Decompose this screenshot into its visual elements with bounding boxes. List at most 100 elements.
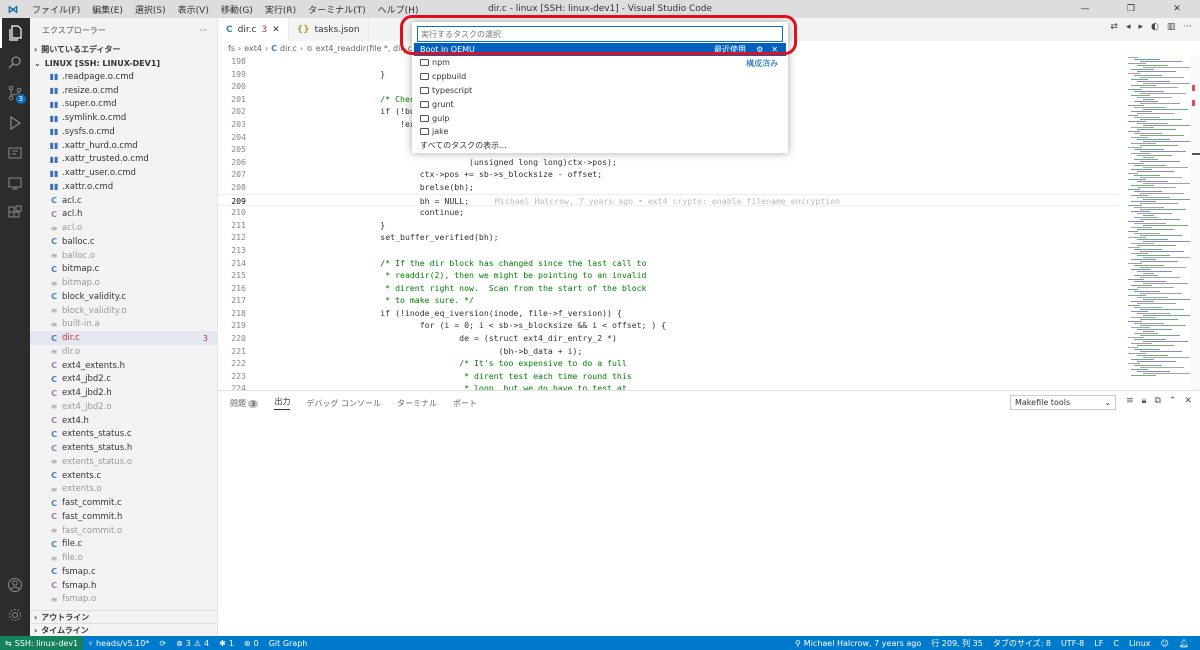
task-folder-jake[interactable]: jake	[420, 125, 448, 139]
git-blame-status[interactable]: ⚲ Michael Halcrow, 7 years ago	[790, 638, 926, 649]
cursor-position[interactable]: 行 209, 列 35	[926, 638, 988, 649]
file-item[interactable]: ▮▮ .xattr.o.cmd	[30, 180, 217, 194]
go-forward-icon[interactable]: ▸	[1139, 22, 1144, 32]
task-folder-grunt[interactable]: grunt	[420, 97, 454, 111]
menu-view[interactable]: 表示(V)	[172, 3, 215, 16]
menu-selection[interactable]: 選択(S)	[129, 3, 172, 16]
file-item[interactable]: ≡ extents.o	[30, 483, 217, 497]
lock-scroll-icon[interactable]: 🔒︎	[1142, 396, 1147, 406]
file-item[interactable]: Cextents_status.c	[30, 428, 217, 442]
code-line[interactable]: 217 * to make sure. */	[218, 294, 1118, 307]
file-item[interactable]: Cext4_jbd2.h	[30, 386, 217, 400]
file-item[interactable]: Cbitmap.c	[30, 263, 217, 277]
file-item[interactable]: ▮▮ .xattr_user.o.cmd	[30, 166, 217, 180]
tab-output[interactable]: 出力	[274, 396, 291, 410]
encoding[interactable]: UTF-8	[1056, 638, 1089, 649]
minimize-icon[interactable]: —	[1062, 0, 1108, 18]
file-item[interactable]: Cfsmap.c	[30, 565, 217, 579]
file-item[interactable]: ▮▮ .xattr_trusted.o.cmd	[30, 153, 217, 167]
code-line[interactable]: 224 * loop, but we do have to test at	[218, 382, 1118, 390]
file-item[interactable]: Cacl.c	[30, 194, 217, 208]
menu-go[interactable]: 移動(G)	[215, 3, 259, 16]
tab-tasks-json[interactable]: {} tasks.json	[289, 18, 369, 41]
remote-indicator[interactable]: ⇆ SSH: linux-dev1	[0, 636, 84, 650]
file-item[interactable]: Cextents_status.h	[30, 441, 217, 455]
more-actions-icon[interactable]: ···	[199, 26, 207, 35]
breadcrumb-ext4[interactable]: ext4	[244, 44, 262, 53]
file-item[interactable]: ▮▮ .sysfs.o.cmd	[30, 125, 217, 139]
notifications-icon[interactable]: 🔔︎	[1174, 638, 1194, 649]
file-item[interactable]: ▮▮ .readpage.o.cmd	[30, 70, 217, 84]
menu-run[interactable]: 実行(R)	[259, 3, 302, 16]
file-item[interactable]: ▮▮ .resize.o.cmd	[30, 84, 217, 98]
file-item[interactable]: Cfsmap.h	[30, 579, 217, 593]
file-item[interactable]: Cblock_validity.c	[30, 290, 217, 304]
info-indicator[interactable]: ✱ 1	[214, 639, 239, 648]
git-branch[interactable]: ⑂ heads/v5.10*	[83, 639, 154, 648]
file-item[interactable]: Cext4_jbd2.c	[30, 373, 217, 387]
file-item[interactable]: ≡ built-in.a	[30, 318, 217, 332]
tab-debug-console[interactable]: デバッグ コンソール	[306, 398, 381, 409]
os-indicator[interactable]: Linux	[1124, 638, 1156, 649]
code-line[interactable]: 215 * readdir(2), then we might be point…	[218, 269, 1118, 282]
code-line[interactable]: 222 /* It's too expensive to do a full	[218, 357, 1118, 370]
menu-edit[interactable]: 編集(E)	[86, 3, 129, 16]
file-item[interactable]: Cfile.c	[30, 538, 217, 552]
code-line[interactable]: 212 set_buffer_verified(bh);	[218, 231, 1118, 244]
task-folder-typescript[interactable]: typescript	[420, 84, 472, 98]
file-item[interactable]: ▮▮ .symlink.o.cmd	[30, 111, 217, 125]
extensions-icon[interactable]	[0, 198, 30, 228]
file-item[interactable]: ≡ acl.o	[30, 221, 217, 235]
file-item[interactable]: Cextents.c	[30, 469, 217, 483]
code-line[interactable]: 208 brelse(bh);	[218, 181, 1118, 194]
task-folder-npm[interactable]: npm	[420, 56, 450, 70]
tab-dir-c[interactable]: C dir.c 3 ✕	[218, 18, 289, 41]
remote-window-icon[interactable]	[0, 168, 30, 198]
file-item[interactable]: ≡ block_validity.o	[30, 304, 217, 318]
file-item[interactable]: ≡ fsmap.o	[30, 593, 217, 607]
file-item[interactable]: ≡ bitmap.o	[30, 276, 217, 290]
language-mode[interactable]: C	[1108, 638, 1124, 649]
more-editor-actions-icon[interactable]: ···	[1183, 22, 1192, 32]
file-item[interactable]: Cext4.h	[30, 414, 217, 428]
file-item[interactable]: Cballoc.c	[30, 235, 217, 249]
account-icon[interactable]	[0, 570, 30, 600]
ports-indicator[interactable]: ⊛ 0	[239, 639, 264, 648]
go-back-icon[interactable]: ◂	[1126, 22, 1131, 32]
maximize-icon[interactable]: ❐	[1108, 0, 1154, 18]
code-line[interactable]: 216 * dirent right now. Scan from the st…	[218, 282, 1118, 295]
minimap[interactable]	[1120, 55, 1192, 390]
file-item[interactable]: Cfast_commit.h	[30, 510, 217, 524]
code-line[interactable]: 211 }	[218, 219, 1118, 232]
menu-file[interactable]: ファイル(F)	[26, 3, 86, 16]
file-item[interactable]: ≡ ext4_jbd2.o	[30, 400, 217, 414]
file-item[interactable]: ▮▮ .xattr_hurd.o.cmd	[30, 139, 217, 153]
explorer-icon[interactable]	[0, 18, 30, 48]
toggle-blame-icon[interactable]: ◐	[1151, 22, 1159, 32]
tab-ports[interactable]: ポート	[453, 398, 477, 409]
code-line[interactable]: 221 (bh->b_data + i);	[218, 345, 1118, 358]
output-channel-select[interactable]: Makefile tools ⌄	[1010, 395, 1116, 410]
split-editor-icon[interactable]: ▥	[1167, 22, 1176, 32]
breadcrumb-fs[interactable]: fs	[228, 44, 235, 53]
workspace-root-section[interactable]: ⌄ LINUX [SSH: LINUX-DEV1]	[30, 56, 217, 70]
tab-size[interactable]: タブのサイズ: 8	[988, 638, 1056, 649]
code-line[interactable]: 206 (unsigned long long)ctx->pos);	[218, 156, 1118, 169]
maximize-panel-icon[interactable]: ⌃	[1169, 396, 1177, 406]
git-graph-button[interactable]: Git Graph	[264, 639, 313, 648]
file-item[interactable]: Cdir.c 3	[30, 331, 217, 345]
timeline-section[interactable]: › タイムライン	[30, 623, 217, 636]
clear-output-icon[interactable]: ≡	[1126, 396, 1134, 406]
close-panel-icon[interactable]: ✕	[1184, 396, 1192, 406]
editor-scrollbar[interactable]	[1190, 55, 1200, 390]
close-tab-icon[interactable]: ✕	[272, 25, 280, 35]
code-line[interactable]: 209 bh = NULL; Michael Halcrow, 7 years a…	[218, 193, 1118, 207]
show-all-tasks[interactable]: すべてのタスクの表示...	[420, 139, 507, 153]
code-line[interactable]: 207 ctx->pos += sb->s_blocksize - offset…	[218, 168, 1118, 181]
file-item[interactable]: Cfast_commit.c	[30, 496, 217, 510]
tab-problems[interactable]: 問題 3	[230, 398, 259, 409]
file-item[interactable]: ≡ balloc.o	[30, 249, 217, 263]
outline-section[interactable]: › アウトライン	[30, 610, 217, 623]
file-item[interactable]: ≡ fast_commit.o	[30, 524, 217, 538]
close-window-icon[interactable]: ✕	[1154, 0, 1200, 18]
